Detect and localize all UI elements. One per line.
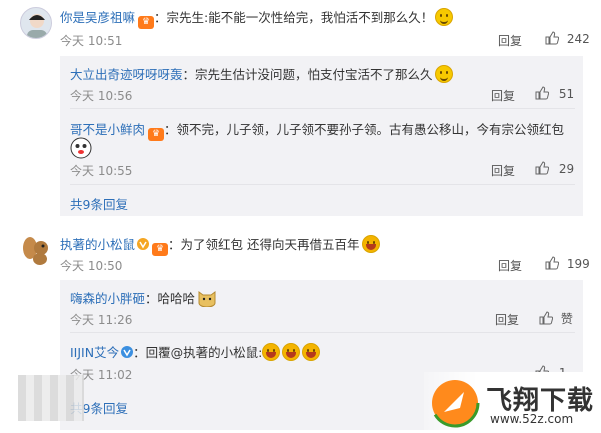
laugh-emoji-icon: [282, 343, 301, 361]
like-button[interactable]: 242: [545, 31, 590, 46]
reply-text: ：宗先生估计没问题，怕支付宝活不了那么久: [182, 67, 433, 82]
smile-emoji-icon: [435, 8, 454, 26]
reply-button[interactable]: 回复: [495, 311, 519, 328]
like-count: 199: [566, 257, 590, 271]
like-count: 29: [558, 162, 575, 176]
username[interactable]: 执著的小松鼠: [60, 237, 135, 252]
thumbs-up-icon: [535, 161, 549, 175]
reply-button[interactable]: 回复: [491, 87, 515, 104]
like-button[interactable]: 51: [535, 86, 574, 101]
laugh-cry-emoji-icon: [361, 235, 380, 253]
comment-line: 执著的小松鼠 ♛ ：为了领红包 还得向天再借五百年: [60, 234, 380, 256]
comment-text: ：宗先生:能不能一次性给完，我怕活不到那么久！: [154, 10, 434, 25]
divider: [70, 108, 575, 109]
doge-emoji-icon: [198, 291, 216, 308]
comment-line: 你是吴彦祖嘛 ♛ ：宗先生:能不能一次性给完，我怕活不到那么久！: [60, 7, 454, 29]
timestamp: 今天 10:55: [70, 164, 133, 178]
like-count: 51: [558, 87, 575, 101]
sticker-icon: [70, 137, 92, 162]
like-label: 赞: [560, 312, 573, 326]
reply-button[interactable]: 回复: [498, 32, 522, 49]
brand-url: www.52z.com: [490, 412, 574, 426]
timestamp: 今天 10:51: [60, 34, 123, 48]
verified-badge-icon: [137, 238, 150, 250]
more-replies-link[interactable]: 共9条回复: [70, 194, 128, 213]
vip-badge-icon: ♛: [148, 128, 165, 141]
thumbs-up-icon: [539, 311, 553, 325]
username[interactable]: IIJIN艾今: [70, 345, 119, 360]
reply-line: 大立出奇迹呀呀呀轰：宗先生估计没问题，怕支付宝活不了那么久: [70, 64, 453, 83]
username[interactable]: 大立出奇迹呀呀呀轰: [70, 67, 183, 82]
laugh-emoji-icon: [262, 343, 281, 361]
avatar[interactable]: [20, 7, 52, 39]
username[interactable]: 嗨森的小胖砸: [70, 291, 145, 306]
divider: [70, 184, 575, 185]
watermark: 飞翔下载 www.52z.com: [424, 372, 601, 433]
timestamp: 今天 10:50: [60, 259, 123, 273]
logo-icon: [430, 378, 480, 428]
like-button[interactable]: 赞: [539, 310, 573, 327]
vip-badge-icon: ♛: [138, 16, 155, 29]
reply-button[interactable]: 回复: [498, 257, 522, 274]
comment-text: ：为了领红包 还得向天再借五百年: [168, 237, 360, 252]
reply-line: 哥不是小鲜肉 ♛ ：领不完，儿子领，儿子领不要孙子领。古有愚公移山，今有宗公领红包: [70, 119, 564, 141]
timestamp: 今天 11:26: [70, 313, 133, 327]
username[interactable]: 你是吴彦祖嘛: [60, 10, 135, 25]
reply-text: ：哈哈哈: [145, 291, 196, 306]
squirrel-avatar-icon: [23, 237, 48, 265]
like-button[interactable]: 29: [535, 161, 574, 176]
username[interactable]: 哥不是小鲜肉: [70, 122, 145, 137]
thumbs-up-icon: [535, 86, 549, 100]
thumbs-up-icon: [545, 31, 559, 45]
vip-badge-icon: ♛: [152, 243, 169, 256]
reply-line: 嗨森的小胖砸：哈哈哈: [70, 288, 217, 308]
reply-text: ：领不完，儿子领，儿子领不要孙子领。古有愚公移山，今有宗公领红包: [164, 122, 565, 137]
avatar[interactable]: [20, 234, 52, 266]
timestamp: 今天 10:56: [70, 89, 133, 103]
dog-sticker-icon: [70, 137, 92, 159]
reply-line: IIJIN艾今 ：回覆@执著的小松鼠:: [70, 342, 321, 361]
pixelated-mask: [18, 375, 84, 421]
thumbs-up-icon: [545, 256, 559, 270]
smile-emoji-icon: [434, 65, 453, 83]
like-count: 242: [566, 32, 590, 46]
verified-badge-icon: [121, 346, 134, 358]
laugh-emoji-icon: [302, 343, 321, 361]
reply-button[interactable]: 回复: [491, 162, 515, 179]
avatar-image-icon: [27, 14, 47, 38]
like-button[interactable]: 199: [545, 256, 590, 271]
reply-text: ：回覆@执著的小松鼠:: [133, 345, 263, 360]
divider: [70, 332, 575, 333]
